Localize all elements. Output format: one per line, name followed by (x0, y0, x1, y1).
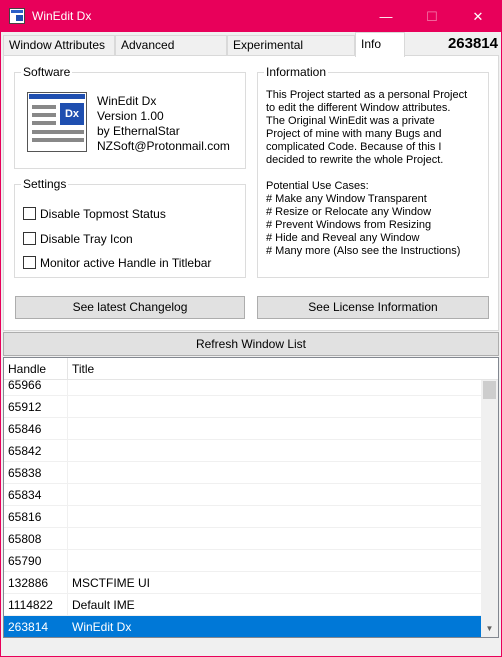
use-case-item: # Prevent Windows from Resizing (266, 219, 432, 231)
disable-tray-icon-checkbox[interactable]: Disable Tray Icon (23, 232, 133, 246)
checkbox-label: Disable Topmost Status (40, 207, 166, 221)
handle-cell: 65842 (4, 440, 68, 462)
monitor-handle-checkbox[interactable]: Monitor active Handle in Titlebar (23, 256, 211, 270)
app-logo-icon: Dx (27, 92, 87, 152)
handle-cell: 65816 (4, 506, 68, 528)
license-button[interactable]: See License Information (257, 296, 489, 319)
maximize-button[interactable]: ☐ (409, 1, 455, 32)
software-email: NZSoft@Protonmail.com (97, 139, 230, 153)
table-row[interactable]: 65834 (4, 484, 482, 506)
use-case-item: # Many more (Also see the Instructions) (266, 245, 461, 257)
table-row[interactable]: 132886 MSCTFIME UI (4, 572, 482, 594)
software-name: WinEdit Dx (97, 94, 157, 108)
app-logo-badge: Dx (60, 103, 84, 125)
title-cell: WinEdit Dx (72, 620, 132, 634)
tab-bar: Window Attributes Advanced Features Expe… (1, 32, 501, 71)
checkbox-label: Disable Tray Icon (40, 232, 133, 246)
settings-group: Settings Disable Topmost Status Disable … (14, 177, 246, 278)
active-handle-counter: 263814 (447, 35, 498, 52)
use-cases-title: Potential Use Cases: (266, 180, 369, 192)
table-row[interactable]: 65790 (4, 550, 482, 572)
table-row[interactable]: 65816 (4, 506, 482, 528)
tab-experimental-features[interactable]: Experimental Features (227, 35, 355, 71)
title-cell: Default IME (72, 598, 135, 612)
scroll-down-icon[interactable]: ▼ (481, 620, 498, 637)
information-text: This Project started as a personal Proje… (266, 89, 500, 258)
window-list-rows: 65966 65912 65846 65842 65838 65834 6581… (4, 374, 482, 637)
table-row[interactable]: 1114822 Default IME (4, 594, 482, 616)
minimize-button[interactable]: — (363, 1, 409, 32)
table-row[interactable]: 65808 (4, 528, 482, 550)
use-case-item: # Make any Window Transparent (266, 193, 427, 205)
information-group-label: Information (264, 65, 329, 79)
handle-cell: 65838 (4, 462, 68, 484)
table-row[interactable]: 65912 (4, 396, 482, 418)
table-row-selected[interactable]: 263814 WinEdit Dx (4, 616, 482, 637)
title-bar[interactable]: WinEdit Dx — ☐ ✕ (1, 1, 501, 32)
table-row[interactable]: 65846 (4, 418, 482, 440)
info-line: to edit the different Window attributes. (266, 102, 451, 114)
info-line: decided to rewrite the whole Project. (266, 154, 444, 166)
software-group: Software Dx WinEdit Dx Version 1.00 by E… (14, 65, 246, 169)
handle-cell: 65834 (4, 484, 68, 506)
checkbox-box[interactable] (23, 256, 36, 269)
tab-window-attributes[interactable]: Window Attributes (3, 35, 115, 56)
software-author: by EthernalStar (97, 124, 180, 138)
info-line: complicated Code. Because of this I (266, 141, 442, 153)
info-line: This Project started as a personal Proje… (266, 89, 468, 101)
handle-cell: 132886 (4, 572, 68, 594)
app-window: WinEdit Dx — ☐ ✕ Window Attributes Advan… (0, 0, 502, 657)
info-line: The Original WinEdit was a private (266, 115, 435, 127)
handle-cell: 65790 (4, 550, 68, 572)
use-case-item: # Resize or Relocate any Window (266, 206, 432, 218)
software-version: Version 1.00 (97, 109, 164, 123)
tab-advanced-features[interactable]: Advanced Features (115, 35, 227, 71)
window-list[interactable]: 65966 65912 65846 65842 65838 65834 6581… (3, 357, 499, 638)
settings-group-label: Settings (21, 177, 69, 191)
column-header-title[interactable]: Title (68, 358, 482, 380)
checkbox-label: Monitor active Handle in Titlebar (40, 256, 212, 270)
info-panel: Software Dx WinEdit Dx Version 1.00 by E… (3, 55, 499, 331)
checkbox-box[interactable] (23, 232, 36, 245)
handle-cell: 65846 (4, 418, 68, 440)
handle-cell: 1114822 (4, 594, 68, 616)
app-icon (9, 8, 25, 24)
tab-info[interactable]: Info (355, 32, 405, 57)
checkbox-box[interactable] (23, 207, 36, 220)
handle-cell: 65912 (4, 396, 68, 418)
disable-topmost-checkbox[interactable]: Disable Topmost Status (23, 207, 166, 221)
window-title: WinEdit Dx (32, 9, 92, 23)
handle-cell: 263814 (4, 616, 68, 637)
refresh-window-list-button[interactable]: Refresh Window List (3, 332, 499, 356)
title-cell: MSCTFIME UI (72, 576, 150, 590)
use-case-item: # Hide and Reveal any Window (266, 232, 420, 244)
vertical-scrollbar[interactable]: ▼ (481, 380, 498, 637)
changelog-button[interactable]: See latest Changelog (15, 296, 245, 319)
column-header-handle[interactable]: Handle (4, 358, 68, 380)
software-group-label: Software (21, 65, 73, 79)
window-list-header: Handle Title (4, 358, 498, 380)
close-button[interactable]: ✕ (455, 1, 501, 32)
scrollbar-thumb[interactable] (483, 381, 496, 399)
info-line: Project of mine with many Bugs and (266, 128, 442, 140)
information-group: Information This Project started as a pe… (257, 65, 489, 278)
software-details: WinEdit Dx Version 1.00 by EthernalStar … (97, 94, 230, 154)
handle-cell: 65808 (4, 528, 68, 550)
table-row[interactable]: 65838 (4, 462, 482, 484)
table-row[interactable]: 65842 (4, 440, 482, 462)
